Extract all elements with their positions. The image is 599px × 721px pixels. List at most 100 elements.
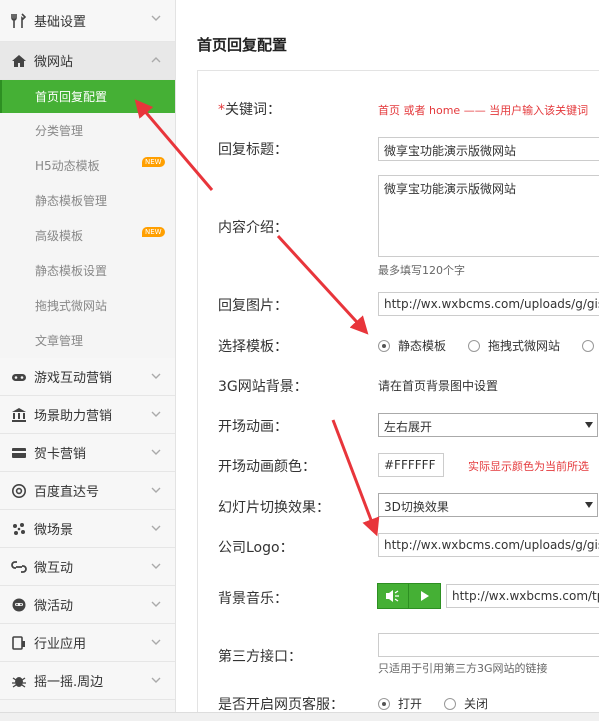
bg-music-label: 背景音乐： xyxy=(218,591,288,607)
mascot-icon xyxy=(10,596,28,614)
chevron-down-icon xyxy=(151,15,161,21)
sidebar-item-category[interactable]: 分类管理 xyxy=(0,113,175,148)
sidebar-group-label: 微互动 xyxy=(34,561,74,576)
chevron-down-icon xyxy=(151,525,161,531)
template-option-drag[interactable]: 拖拽式微网站 xyxy=(468,337,560,354)
radio-label: 打开 xyxy=(398,697,423,711)
template-option-static[interactable]: 静态模板 xyxy=(378,337,446,354)
chevron-down-icon xyxy=(151,411,161,417)
reply-title-label: 回复标题： xyxy=(218,142,288,158)
horizontal-scrollbar[interactable] xyxy=(0,712,599,721)
play-button[interactable] xyxy=(409,584,440,608)
content-intro-hint: 最多填写120个字 xyxy=(378,264,465,277)
keyword-hint-word: home xyxy=(429,104,461,117)
dropdown-arrow-icon xyxy=(585,502,593,508)
radio-unchecked[interactable] xyxy=(582,339,595,352)
sidebar-group-baidu-direct[interactable]: 百度直达号 xyxy=(0,472,175,510)
opening-color-input[interactable]: #FFFFFF xyxy=(378,453,444,477)
gamepad-icon xyxy=(10,368,28,386)
home-icon xyxy=(10,52,28,70)
sidebar-item-drag-site[interactable]: 拖拽式微网站 xyxy=(0,288,175,323)
card-icon xyxy=(10,444,28,462)
page-title: 首页回复配置 xyxy=(197,36,288,54)
sidebar-group-micro-interact[interactable]: 微互动 xyxy=(0,548,175,586)
sidebar-group-basic-settings[interactable]: 基础设置 xyxy=(0,0,175,42)
sidebar-item-h5-template[interactable]: H5动态模板 NEW xyxy=(0,148,175,183)
opening-color-label: 开场动画颜色： xyxy=(218,459,316,475)
sidebar-group-greeting-card[interactable]: 贺卡营销 xyxy=(0,434,175,472)
radio-checked[interactable] xyxy=(378,697,390,710)
required-mark: * xyxy=(218,102,225,118)
speaker-button[interactable] xyxy=(378,584,409,608)
reply-image-label: 回复图片： xyxy=(218,298,288,314)
tools-icon xyxy=(10,12,28,30)
sidebar-group-industry-apps[interactable]: 行业应用 xyxy=(0,624,175,662)
opening-anim-select[interactable]: 左右展开 xyxy=(378,413,598,437)
sidebar-item-static-template-settings[interactable]: 静态模板设置 xyxy=(0,253,175,288)
play-icon xyxy=(420,591,429,601)
sidebar-item-static-template-manage[interactable]: 静态模板管理 xyxy=(0,183,175,218)
keyword-label-text: 关键词： xyxy=(225,102,281,118)
bg-3g-label: 3G网站背景： xyxy=(218,379,308,395)
sidebar-group-micro-scene[interactable]: 微场景 xyxy=(0,510,175,548)
chevron-down-icon xyxy=(151,449,161,455)
sidebar-item-articles[interactable]: 文章管理 xyxy=(0,323,175,358)
bug-icon xyxy=(10,672,28,690)
third-party-label: 第三方接口： xyxy=(218,649,302,665)
opening-anim-label: 开场动画： xyxy=(218,419,288,435)
chevron-down-icon xyxy=(151,639,161,645)
content-intro-textarea[interactable]: 微享宝功能演示版微网站 xyxy=(378,175,599,257)
device-icon xyxy=(10,634,28,652)
template-radio-group: 静态模板 拖拽式微网站 xyxy=(378,337,599,354)
customer-service-on[interactable]: 打开 xyxy=(378,695,422,712)
sidebar-group-label: 游戏互动营销 xyxy=(34,371,113,386)
chevron-down-icon xyxy=(151,373,161,379)
radio-unchecked[interactable] xyxy=(444,697,457,710)
sidebar-group-label: 微网站 xyxy=(34,55,74,70)
sidebar-item-home-reply[interactable]: 首页回复配置 xyxy=(0,80,175,113)
bg-music-input[interactable]: http://wx.wxbcms.com/tpl xyxy=(446,584,599,608)
sidebar-group-scene-marketing[interactable]: 场景助力营销 xyxy=(0,396,175,434)
keyword-hint: 首页 或者 home —— 当用户输入该关键词 xyxy=(378,102,588,118)
keyword-hint-rest: —— 当用户输入该关键词 xyxy=(463,104,589,117)
sidebar-item-label: 静态模板设置 xyxy=(35,264,108,278)
company-logo-input[interactable]: http://wx.wxbcms.com/uploads/g/gisw xyxy=(378,533,599,557)
reply-image-input[interactable]: http://wx.wxbcms.com/uploads/g/gisw xyxy=(378,292,599,316)
at-icon xyxy=(10,482,28,500)
radio-unchecked[interactable] xyxy=(468,339,481,352)
sidebar-item-label: 分类管理 xyxy=(35,124,84,138)
sidebar-item-label: 首页回复配置 xyxy=(35,90,108,104)
sidebar-item-label: 文章管理 xyxy=(35,334,84,348)
select-value: 左右展开 xyxy=(384,420,433,434)
sidebar-group-label: 微场景 xyxy=(34,523,74,538)
radio-checked[interactable] xyxy=(378,339,390,352)
new-badge: NEW xyxy=(142,227,165,237)
sidebar-group-label: 行业应用 xyxy=(34,637,87,652)
sidebar-group-game-marketing[interactable]: 游戏互动营销 xyxy=(0,358,175,396)
sidebar-group-shake[interactable]: 摇一摇.周边 xyxy=(0,662,175,700)
sidebar-item-advanced-template[interactable]: 高级模板 NEW xyxy=(0,218,175,253)
chevron-down-icon xyxy=(151,563,161,569)
sidebar-group-micro-site[interactable]: 微网站 xyxy=(0,42,175,80)
customer-service-off[interactable]: 关闭 xyxy=(444,695,488,712)
chevron-down-icon xyxy=(151,677,161,683)
template-option-more[interactable] xyxy=(582,339,599,352)
chevron-up-icon xyxy=(151,57,161,63)
sidebar-group-label: 贺卡营销 xyxy=(34,447,87,462)
sidebar-group-label: 基础设置 xyxy=(34,15,87,30)
slide-effect-label: 幻灯片切换效果： xyxy=(218,500,330,516)
reply-title-input[interactable]: 微享宝功能演示版微网站 xyxy=(378,137,599,161)
sidebar-item-label: H5动态模板 xyxy=(35,159,100,173)
dropdown-arrow-icon xyxy=(585,422,593,428)
main-content: 首页回复配置 *关键词： 首页 或者 home —— 当用户输入该关键词 回复标… xyxy=(177,0,599,721)
music-controls xyxy=(377,583,441,609)
third-party-input[interactable] xyxy=(378,633,599,657)
slide-effect-select[interactable]: 3D切换效果 xyxy=(378,493,598,517)
company-logo-label: 公司Logo： xyxy=(218,540,294,556)
bg-3g-text: 请在首页背景图中设置 xyxy=(378,379,499,393)
sidebar-item-label: 高级模板 xyxy=(35,229,84,243)
sidebar-group-micro-activity[interactable]: 微活动 xyxy=(0,586,175,624)
keyword-hint-or: 或者 xyxy=(403,104,426,117)
sidebar-group-label: 微活动 xyxy=(34,599,74,614)
opening-color-hint: 实际显示颜色为当前所选 xyxy=(468,460,589,473)
